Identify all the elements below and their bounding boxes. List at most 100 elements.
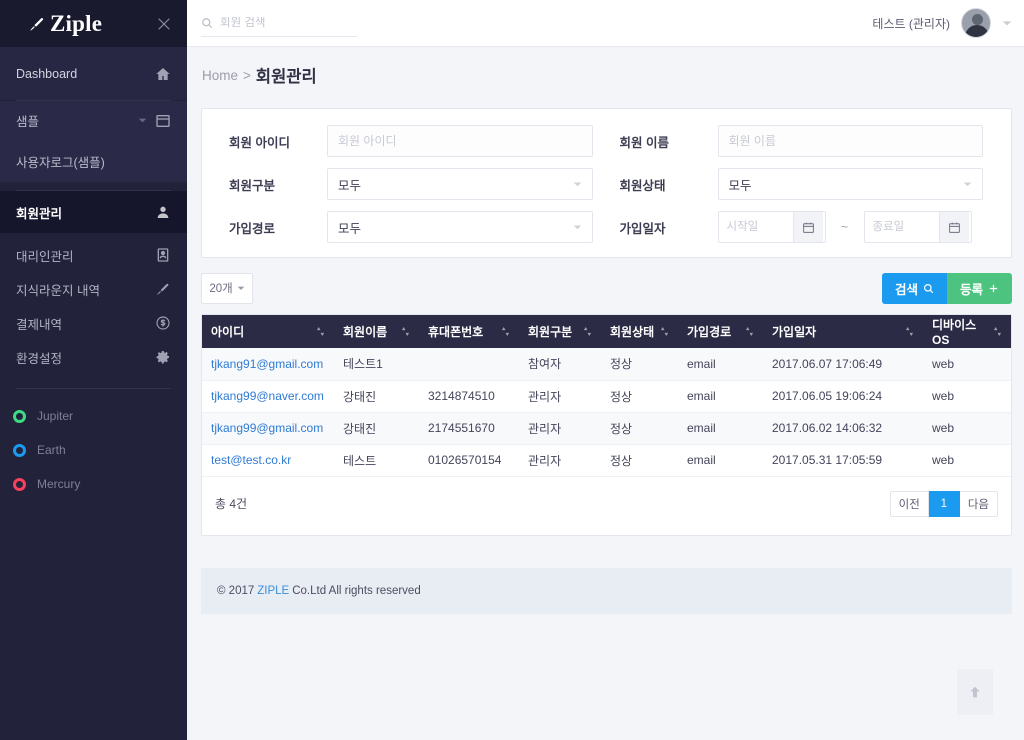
member-id-link[interactable]: tjkang99@naver.com (211, 389, 324, 403)
global-search[interactable] (201, 9, 357, 37)
col-label: 회원구분 (528, 325, 573, 339)
member-state-select[interactable]: 모두 (717, 168, 983, 200)
sidebar-item-label: 회원관리 (16, 206, 63, 221)
sidebar-item-jupiter[interactable]: Jupiter (0, 399, 187, 433)
filter-label: 회원 이름 (619, 135, 669, 150)
table-row[interactable]: tjkang99@naver.com 강태진 3214874510 관리자 정상… (202, 380, 1011, 413)
search-input[interactable] (220, 16, 340, 29)
chevron-down-icon (573, 225, 581, 230)
start-date-input[interactable] (718, 212, 793, 242)
copyright-post: Co.Ltd All rights reserved (292, 585, 421, 597)
member-id-link[interactable]: tjkang91@gmail.com (211, 357, 323, 371)
avatar[interactable] (961, 8, 991, 38)
start-date-field[interactable] (717, 211, 826, 243)
sidebar-item-agent-management[interactable]: 대리인관리 (0, 238, 187, 272)
cell-id[interactable]: tjkang99@gmail.com (202, 412, 334, 445)
breadcrumb: Home > 회원관리 (187, 47, 1024, 103)
cell-id[interactable]: tjkang91@gmail.com (202, 348, 334, 381)
cell-name: 테스트1 (334, 348, 419, 381)
add-button[interactable]: 등록 (946, 272, 1012, 304)
calendar-icon[interactable] (938, 212, 969, 242)
sidebar-item-sample[interactable]: 샘플 (0, 101, 187, 140)
arrow-up-icon (970, 686, 980, 698)
scroll-to-top-button[interactable] (957, 669, 993, 715)
sidebar: Ziple Dashboard 샘플 사용자로그(샘플) 회원관리 대리인관리 (0, 0, 187, 740)
footer-brand[interactable]: ZIPLE (257, 585, 289, 597)
col-header-phone[interactable]: 휴대폰번호 (419, 315, 519, 348)
total-count: 총 4건 (215, 497, 248, 511)
search-button-label: 검색 (894, 282, 918, 297)
sidebar-item-payment-history[interactable]: 결제내역 (0, 306, 187, 340)
sidebar-divider (16, 388, 171, 389)
cell-os: web (923, 348, 1011, 381)
site-footer: © 2017 ZIPLE Co.Ltd All rights reserved (201, 568, 1012, 614)
chevron-down-icon[interactable] (1002, 18, 1012, 28)
member-id-input[interactable] (327, 125, 593, 157)
cell-route: email (678, 444, 763, 477)
sidebar-item-label: 결제내역 (16, 317, 63, 332)
sidebar-item-member-management[interactable]: 회원관리 (0, 191, 187, 233)
cell-type: 참여자 (519, 348, 601, 381)
table-row[interactable]: tjkang91@gmail.com 테스트1 참여자 정상 email 201… (202, 348, 1011, 381)
pagination-page-1[interactable]: 1 (928, 490, 960, 517)
search-button[interactable]: 검색 (881, 272, 947, 304)
table-head: 아이디 회원이름 휴대폰번호 회원구분 회원상태 가입경로 가입일자 디바이스O… (202, 315, 1011, 348)
add-button-label: 등록 (959, 282, 983, 297)
id-card-icon (155, 247, 171, 263)
table-row[interactable]: test@test.co.kr 테스트 01026570154 관리자 정상 e… (202, 444, 1011, 477)
col-header-os[interactable]: 디바이스OS (923, 315, 1011, 348)
copyright-pre: © 2017 (217, 585, 255, 597)
per-page-select[interactable]: 20개 (201, 272, 253, 304)
col-header-route[interactable]: 가입경로 (678, 315, 763, 348)
close-icon[interactable] (155, 15, 173, 33)
col-header-joined[interactable]: 가입일자 (763, 315, 923, 348)
planet-label: Earth (37, 443, 66, 457)
end-date-input[interactable] (864, 212, 939, 242)
member-type-select[interactable]: 모두 (327, 168, 593, 200)
end-date-field[interactable] (863, 211, 972, 243)
cell-id[interactable]: test@test.co.kr (202, 444, 334, 477)
sidebar-item-dashboard[interactable]: Dashboard (0, 47, 187, 100)
planet-label: Jupiter (37, 409, 74, 423)
join-route-select[interactable]: 모두 (327, 211, 593, 243)
cell-id[interactable]: tjkang99@naver.com (202, 380, 334, 413)
col-header-id[interactable]: 아이디 (202, 315, 334, 348)
filter-row-3: 가입경로 모두 가입일자 시작일 ~ 종료일 (216, 211, 997, 243)
pagination-next[interactable]: 다음 (959, 490, 998, 517)
calendar-icon[interactable] (792, 212, 823, 242)
sidebar-item-earth[interactable]: Earth (0, 433, 187, 467)
cell-joined: 2017.06.05 19:06:24 (763, 380, 923, 413)
cell-name: 강태진 (334, 412, 419, 445)
search-icon (202, 17, 213, 28)
sidebar-item-label: 사용자로그(샘플) (16, 155, 105, 170)
sort-icon (501, 327, 510, 336)
col-header-name[interactable]: 회원이름 (334, 315, 419, 348)
select-value: 모두 (728, 178, 752, 193)
pagination-prev[interactable]: 이전 (889, 490, 929, 517)
window-icon (155, 113, 171, 129)
gear-icon (155, 349, 171, 365)
user-name: 테스트 (관리자) (872, 16, 950, 31)
sidebar-item-label: Dashboard (16, 66, 78, 81)
col-header-type[interactable]: 회원구분 (519, 315, 601, 348)
brand-name: Ziple (50, 10, 103, 36)
member-name-input[interactable] (717, 125, 983, 157)
cell-type: 관리자 (519, 444, 601, 477)
sort-icon (745, 327, 754, 336)
breadcrumb-home[interactable]: Home (202, 68, 238, 83)
col-header-state[interactable]: 회원상태 (601, 315, 678, 348)
table-row[interactable]: tjkang99@gmail.com 강태진 2174551670 관리자 정상… (202, 412, 1011, 445)
member-id-link[interactable]: tjkang99@gmail.com (211, 421, 323, 435)
filter-member-type: 회원구분 모두 (216, 168, 607, 200)
table-body: tjkang91@gmail.com 테스트1 참여자 정상 email 201… (202, 348, 1011, 477)
sidebar-item-knowledge-lounge[interactable]: 지식라운지 내역 (0, 272, 187, 306)
sidebar-item-userlog-sample[interactable]: 사용자로그(샘플) (0, 140, 187, 182)
filter-member-id: 회원 아이디 (216, 125, 607, 157)
col-label: 휴대폰번호 (428, 325, 484, 339)
user-menu[interactable]: 테스트 (관리자) (872, 8, 1012, 38)
per-page-value: 20개 (209, 283, 233, 295)
sidebar-item-settings[interactable]: 환경설정 (0, 340, 187, 374)
sidebar-item-mercury[interactable]: Mercury (0, 467, 187, 501)
brand-logo[interactable]: Ziple (28, 11, 102, 37)
member-id-link[interactable]: test@test.co.kr (211, 453, 291, 467)
